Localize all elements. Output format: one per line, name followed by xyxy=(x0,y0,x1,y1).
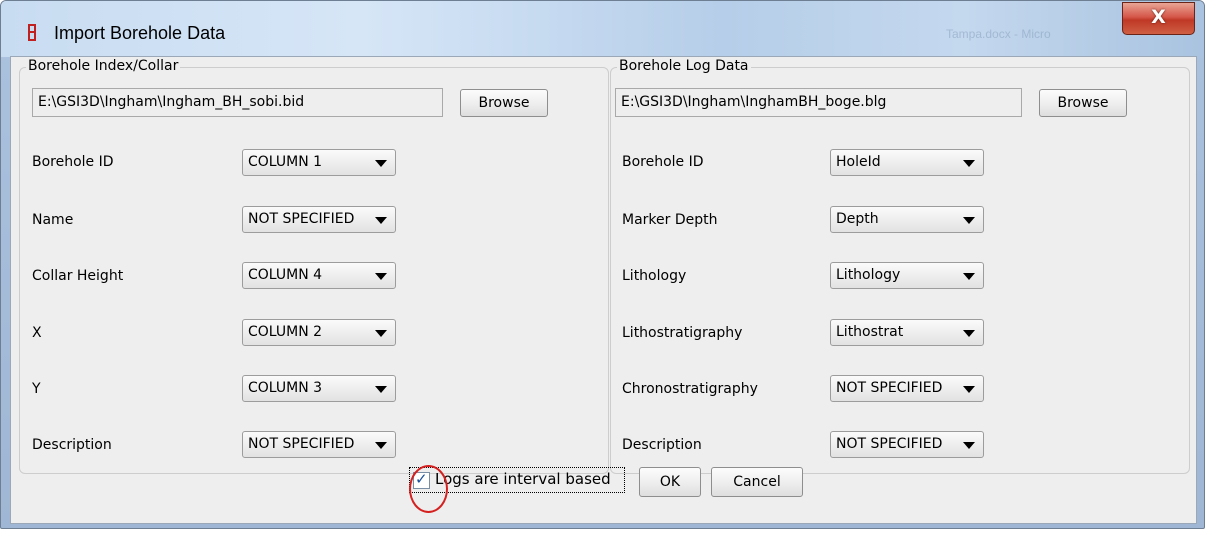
log-label-lithostratigraphy: Lithostratigraphy xyxy=(622,325,743,341)
log-label-borehole-id: Borehole ID xyxy=(622,154,704,170)
log-group-label: Borehole Log Data xyxy=(617,58,751,74)
chevron-down-icon xyxy=(963,330,975,337)
collar-select-x[interactable]: COLUMN 2 xyxy=(242,319,396,346)
collar-select-collar-height[interactable]: COLUMN 4 xyxy=(242,262,396,289)
select-value: NOT SPECIFIED xyxy=(836,436,943,452)
log-browse-button[interactable]: Browse xyxy=(1039,89,1127,117)
chevron-down-icon xyxy=(375,386,387,393)
collar-label-y: Y xyxy=(32,381,41,397)
log-label-marker-depth: Marker Depth xyxy=(622,212,718,228)
select-value: COLUMN 2 xyxy=(248,324,323,340)
collar-file-path-field[interactable]: E:\GSI3D\Ingham\Ingham_BH_sobi.bid xyxy=(32,88,443,117)
collar-label-borehole-id: Borehole ID xyxy=(32,154,114,170)
import-borehole-dialog: Import Borehole Data Tampa.docx - Micro … xyxy=(0,0,1205,529)
log-select-description[interactable]: NOT SPECIFIED xyxy=(830,431,984,458)
chevron-down-icon xyxy=(963,442,975,449)
chevron-down-icon xyxy=(963,273,975,280)
select-value: COLUMN 1 xyxy=(248,154,323,170)
collar-select-description[interactable]: NOT SPECIFIED xyxy=(242,431,396,458)
log-label-chronostratigraphy: Chronostratigraphy xyxy=(622,381,758,397)
log-select-lithology[interactable]: Lithology xyxy=(830,262,984,289)
chevron-down-icon xyxy=(375,442,387,449)
log-label-lithology: Lithology xyxy=(622,268,687,284)
select-value: COLUMN 4 xyxy=(248,267,323,283)
chevron-down-icon xyxy=(375,217,387,224)
log-label-description: Description xyxy=(622,437,702,453)
borehole-app-icon xyxy=(28,24,36,41)
collar-label-collar-height: Collar Height xyxy=(32,268,124,284)
log-select-marker-depth[interactable]: Depth xyxy=(830,206,984,233)
log-file-path-field[interactable]: E:\GSI3D\Ingham\InghamBH_boge.blg xyxy=(615,88,1022,117)
window-title: Import Borehole Data xyxy=(54,23,226,43)
collar-group: Borehole Index/Collar E:\GSI3D\Ingham\In… xyxy=(19,58,609,474)
ok-button[interactable]: OK xyxy=(639,467,701,497)
log-select-lithostratigraphy[interactable]: Lithostrat xyxy=(830,319,984,346)
collar-select-name[interactable]: NOT SPECIFIED xyxy=(242,206,396,233)
annotation-circle xyxy=(409,465,448,513)
collar-label-x: X xyxy=(32,325,42,341)
collar-group-label: Borehole Index/Collar xyxy=(26,58,181,74)
select-value: HoleId xyxy=(836,154,881,170)
chevron-down-icon xyxy=(963,386,975,393)
chevron-down-icon xyxy=(963,160,975,167)
collar-select-y[interactable]: COLUMN 3 xyxy=(242,375,396,402)
select-value: NOT SPECIFIED xyxy=(248,436,355,452)
close-icon: X xyxy=(1151,6,1166,28)
select-value: Lithology xyxy=(836,267,901,283)
interval-based-label[interactable]: Logs are interval based xyxy=(435,470,611,488)
title-bar[interactable]: Import Borehole Data Tampa.docx - Micro … xyxy=(1,1,1204,57)
log-select-chronostratigraphy[interactable]: NOT SPECIFIED xyxy=(830,375,984,402)
collar-label-description: Description xyxy=(32,437,112,453)
select-value: Depth xyxy=(836,211,879,227)
collar-label-name: Name xyxy=(32,212,74,228)
select-value: NOT SPECIFIED xyxy=(836,380,943,396)
select-value: COLUMN 3 xyxy=(248,380,323,396)
log-group: Borehole Log Data E:\GSI3D\Ingham\Ingham… xyxy=(610,58,1190,474)
close-button[interactable]: X xyxy=(1122,2,1195,35)
chevron-down-icon xyxy=(963,217,975,224)
background-window-title: Tampa.docx - Micro xyxy=(946,27,1051,41)
chevron-down-icon xyxy=(375,330,387,337)
cancel-button[interactable]: Cancel xyxy=(711,467,803,497)
chevron-down-icon xyxy=(375,160,387,167)
select-value: Lithostrat xyxy=(836,324,904,340)
log-select-borehole-id[interactable]: HoleId xyxy=(830,149,984,176)
select-value: NOT SPECIFIED xyxy=(248,211,355,227)
dialog-body: Borehole Index/Collar E:\GSI3D\Ingham\In… xyxy=(10,56,1197,524)
chevron-down-icon xyxy=(375,273,387,280)
collar-select-borehole-id[interactable]: COLUMN 1 xyxy=(242,149,396,176)
collar-browse-button[interactable]: Browse xyxy=(460,89,548,117)
